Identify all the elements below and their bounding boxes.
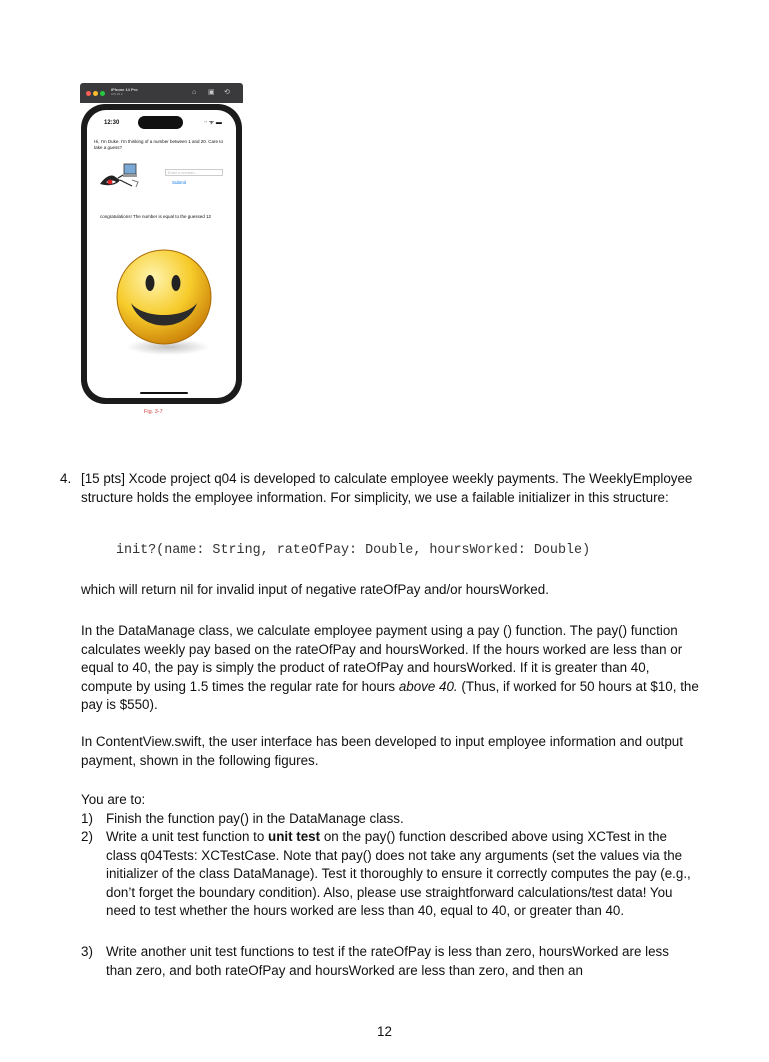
dynamic-island: [138, 116, 183, 129]
status-icons: ᐧᐧ ᯤ ▬: [204, 120, 222, 126]
question-intro: [15 pts] Xcode project q04 is developed …: [81, 471, 693, 505]
question-number: 4.: [60, 471, 72, 486]
home-icon[interactable]: ⌂: [192, 88, 196, 97]
task-item: Finish the function pay() in the DataMan…: [106, 810, 698, 829]
duke-mascot-image: [100, 163, 139, 188]
task-item: Write another unit test functions to tes…: [106, 943, 698, 980]
task-text: Write a unit test function to: [106, 829, 269, 844]
task-text: Finish the function pay() in the DataMan…: [106, 811, 404, 826]
minimize-window-button[interactable]: [93, 91, 98, 96]
intro-text: Hi, I'm Duke. I'm thinking of a number b…: [94, 139, 224, 150]
iphone-frame: 12:30 ᐧᐧ ᯤ ▬ Hi, I'm Duke. I'm thinking …: [81, 104, 242, 404]
phone-screen: 12:30 ᐧᐧ ᯤ ▬ Hi, I'm Duke. I'm thinking …: [87, 110, 236, 398]
result-text: congratulations! The number is equal to …: [100, 214, 211, 219]
simulator-title-bar: iPhone 14 Pro iOS 16.2 ⌂ ▣ ⟲: [80, 83, 243, 103]
contentview-paragraph: In ContentView.swift, the user interface…: [81, 734, 683, 768]
rotate-icon[interactable]: ⟲: [224, 88, 230, 97]
status-time: 12:30: [104, 120, 120, 126]
page-number: 12: [377, 1024, 392, 1039]
task-bold-text: unit test: [268, 829, 321, 844]
task-number: 1): [81, 811, 93, 826]
submit-button[interactable]: Submit: [172, 180, 186, 185]
tasks-intro: You are to:: [81, 792, 146, 807]
zoom-window-button[interactable]: [100, 91, 105, 96]
task-item: Write a unit test function to unit test …: [106, 828, 698, 921]
initializer-code: init?(name: String, rateOfPay: Double, h…: [116, 543, 591, 558]
datamanage-paragraph: In the DataManage class, we calculate em…: [81, 622, 701, 715]
datamanage-emphasis: above 40.: [398, 678, 458, 694]
screenshot-icon[interactable]: ▣: [208, 88, 215, 97]
os-version: iOS 16.2: [111, 92, 123, 96]
task-text: Write another unit test functions to tes…: [106, 944, 669, 978]
task-number: 2): [81, 829, 93, 844]
smiley-face-image: [116, 249, 212, 355]
close-window-button[interactable]: [86, 91, 91, 96]
guess-input[interactable]: Enter a number...: [165, 169, 223, 176]
nil-note: which will return nil for invalid input …: [81, 582, 549, 597]
figure-caption: Fig. 3-7: [144, 409, 163, 415]
home-indicator[interactable]: [140, 392, 188, 394]
task-number: 3): [81, 944, 93, 959]
